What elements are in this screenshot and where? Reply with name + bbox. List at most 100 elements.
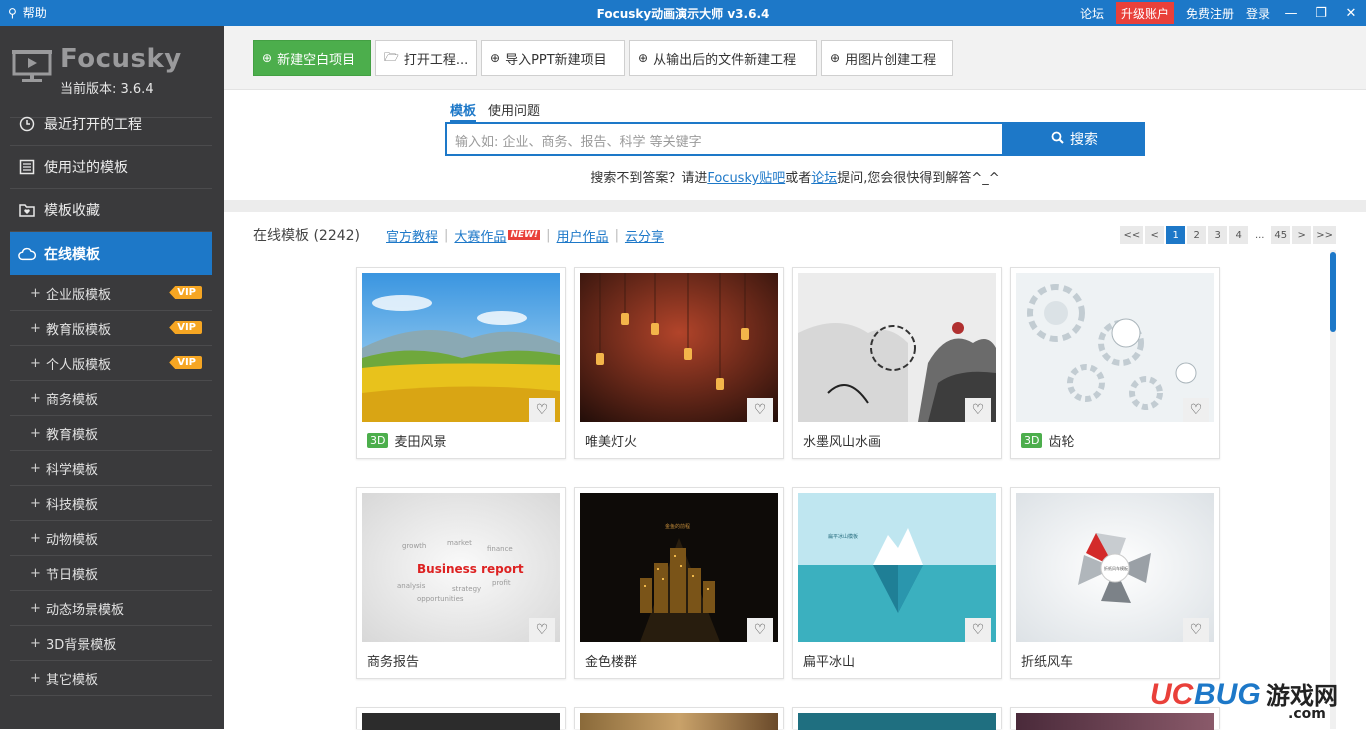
template-label: 唯美灯火 (585, 431, 637, 450)
category-science[interactable]: + 科学模板 (10, 451, 212, 486)
search-button[interactable]: 搜索 (1004, 122, 1145, 156)
plus-icon: + (30, 320, 41, 336)
category-label: 节日模板 (46, 567, 99, 583)
template-thumbnail[interactable]: 折纸风车模板 ♡ (1016, 493, 1214, 642)
forum-hint-link[interactable]: 论坛 (811, 171, 837, 186)
template-card[interactable] (574, 707, 784, 730)
favorite-heart-icon[interactable]: ♡ (1183, 618, 1209, 642)
tab-templates[interactable]: 模板 (450, 100, 477, 122)
category-label: 教育模板 (46, 427, 99, 443)
template-card[interactable]: 扁平冰山模板 ♡ 扁平冰山 (792, 487, 1002, 679)
sidebar-item-used-templates[interactable]: 使用过的模板 (10, 146, 212, 189)
favorite-heart-icon[interactable]: ♡ (1183, 398, 1209, 422)
register-link[interactable]: 免费注册 (1186, 5, 1234, 22)
maximize-icon[interactable]: ❐ (1312, 6, 1330, 21)
favorite-heart-icon[interactable]: ♡ (747, 398, 773, 422)
template-label: 水墨风山水画 (803, 431, 881, 450)
template-thumbnail[interactable] (798, 713, 996, 730)
template-thumbnail[interactable]: ♡ (580, 273, 778, 422)
template-thumbnail[interactable]: ♡ (362, 273, 560, 422)
template-thumbnail[interactable]: ♡ (1016, 273, 1214, 422)
favorite-heart-icon[interactable]: ♡ (747, 618, 773, 642)
category-enterprise[interactable]: + 企业版模板 VIP (10, 276, 212, 311)
new-blank-project-button[interactable]: ⊕ 新建空白项目 (253, 40, 371, 76)
logo-text: Focusky (60, 44, 182, 74)
template-thumbnail[interactable]: growth market finance analysis strategy prof… (362, 493, 560, 642)
template-thumbnail[interactable] (580, 713, 778, 730)
template-thumbnail[interactable]: 金鱼的前程 ♡ (580, 493, 778, 642)
favorite-heart-icon[interactable]: ♡ (965, 398, 991, 422)
page-45[interactable]: 45 (1271, 226, 1291, 244)
hint-text: 或者 (785, 171, 812, 186)
template-card[interactable]: growth market finance analysis strategy prof… (356, 487, 566, 679)
category-dynamic-scenes[interactable]: + 动态场景模板 (10, 591, 212, 626)
watermark-logo: UC BUG 游戏网 .com (1148, 676, 1358, 726)
upgrade-account-button[interactable]: 升级账户 (1115, 2, 1174, 24)
template-card[interactable]: ♡ 3D 齿轮 (1010, 267, 1220, 459)
close-icon[interactable]: ✕ (1342, 6, 1360, 21)
template-card[interactable] (356, 707, 566, 730)
svg-text:analysis: analysis (397, 582, 426, 590)
category-animals[interactable]: + 动物模板 (10, 521, 212, 556)
page-2[interactable]: 2 (1187, 226, 1207, 244)
plus-icon: + (30, 530, 41, 546)
button-label: 打开工程... (403, 52, 469, 68)
page-3[interactable]: 3 (1208, 226, 1228, 244)
scrollbar-thumb[interactable] (1330, 252, 1336, 332)
page-1[interactable]: 1 (1166, 226, 1186, 244)
new-from-output-button[interactable]: ⊕ 从输出后的文件新建工程 (629, 40, 817, 76)
template-thumbnail[interactable]: ♡ (798, 273, 996, 422)
page-last[interactable]: >> (1313, 226, 1336, 244)
template-title: 金色楼群 (585, 655, 638, 670)
plus-icon: + (30, 565, 41, 581)
link-contest-works[interactable]: 大赛作品 (454, 226, 506, 245)
button-label: 搜索 (1070, 132, 1098, 148)
category-label: 科技模板 (46, 497, 99, 513)
template-card[interactable]: ♡ 唯美灯火 (574, 267, 784, 459)
category-business[interactable]: + 商务模板 (10, 381, 212, 416)
page-prev[interactable]: < (1145, 226, 1165, 244)
template-thumbnail[interactable] (362, 713, 560, 730)
sidebar-item-online-templates[interactable]: 在线模板 (10, 232, 212, 275)
plus-icon: + (30, 355, 41, 371)
sidebar-item-recent[interactable]: 最近打开的工程 (10, 103, 212, 146)
login-link[interactable]: 登录 (1246, 5, 1270, 22)
template-card[interactable]: 金鱼的前程 ♡ 金色楼群 (574, 487, 784, 679)
favorite-heart-icon[interactable]: ♡ (529, 398, 555, 422)
sidebar-item-favorites[interactable]: 模板收藏 (10, 189, 212, 232)
forum-link[interactable]: 论坛 (1080, 5, 1104, 22)
template-card[interactable]: ♡ 水墨风山水画 (792, 267, 1002, 459)
category-others[interactable]: + 其它模板 (10, 661, 212, 696)
category-holidays[interactable]: + 节日模板 (10, 556, 212, 591)
plus-icon: + (30, 460, 41, 476)
search-panel: 模板 使用问题 输入如: 企业、商务、报告、科学 等关键字 搜索 搜索不到答案？… (224, 90, 1366, 200)
open-project-button[interactable]: 🗁 打开工程... (375, 40, 477, 76)
link-official-tutorial[interactable]: 官方教程 (386, 226, 438, 245)
category-education-edition[interactable]: + 教育版模板 VIP (10, 311, 212, 346)
tieba-link[interactable]: Focusky贴吧 (707, 171, 785, 186)
template-thumbnail[interactable]: 扁平冰山模板 ♡ (798, 493, 996, 642)
category-personal[interactable]: + 个人版模板 VIP (10, 346, 212, 381)
template-card[interactable]: 折纸风车模板 ♡ 折纸风车 (1010, 487, 1220, 679)
link-user-works[interactable]: 用户作品 (557, 226, 609, 245)
category-education[interactable]: + 教育模板 (10, 416, 212, 451)
template-card[interactable] (792, 707, 1002, 730)
content-scrollbar[interactable] (1330, 250, 1336, 729)
page-4[interactable]: 4 (1229, 226, 1249, 244)
template-label: 金色楼群 (585, 651, 637, 670)
tab-faq[interactable]: 使用问题 (488, 100, 540, 122)
search-input[interactable]: 输入如: 企业、商务、报告、科学 等关键字 (445, 122, 1004, 156)
favorite-heart-icon[interactable]: ♡ (965, 618, 991, 642)
minimize-icon[interactable]: — (1282, 6, 1300, 21)
template-card[interactable]: ♡ 3D 麦田风景 (356, 267, 566, 459)
page-next[interactable]: > (1292, 226, 1312, 244)
svg-text:BUG: BUG (1194, 678, 1261, 711)
link-cloud-share[interactable]: 云分享 (625, 226, 664, 245)
favorite-heart-icon[interactable]: ♡ (529, 618, 555, 642)
plus-circle-icon: ⊕ (638, 51, 649, 65)
category-3d-backgrounds[interactable]: +3D背景模板 (10, 626, 212, 661)
category-technology[interactable]: + 科技模板 (10, 486, 212, 521)
create-from-image-button[interactable]: ⊕ 用图片创建工程 (821, 40, 953, 76)
page-first[interactable]: << (1120, 226, 1144, 244)
import-ppt-button[interactable]: ⊕ 导入PPT新建项目 (481, 40, 625, 76)
